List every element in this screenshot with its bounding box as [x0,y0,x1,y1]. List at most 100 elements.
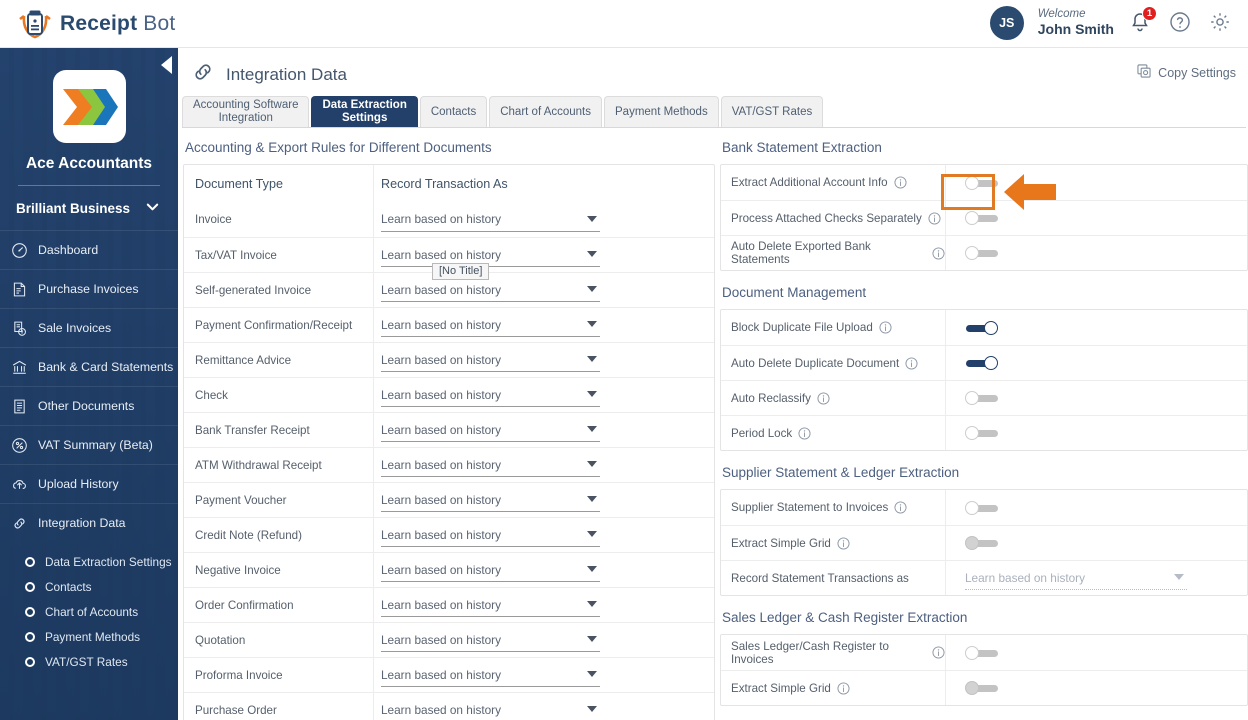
brand-name-bold: Receipt [60,12,138,35]
help-circle-icon[interactable] [1168,10,1194,36]
gear-icon[interactable] [1208,10,1234,36]
record-transaction-as-select[interactable]: Learn based on history [381,558,600,582]
info-icon[interactable] [879,321,892,334]
table-row: Purchase Order Learn based on history [184,692,714,720]
sidebar-item-payment-methods[interactable]: Payment Methods [0,624,178,649]
chevron-down-icon [587,601,597,607]
cell-document-type: Invoice [195,213,232,226]
record-transaction-as-select[interactable]: Learn based on history [381,628,600,652]
sidebar-item-other-documents[interactable]: Other Documents [0,386,178,425]
cell-record-transaction-as: Learn based on history [373,658,714,692]
settings-columns: Accounting & Export Rules for Different … [178,128,1248,720]
toggle-switch[interactable] [965,681,999,695]
record-transaction-as-select[interactable]: Learn based on history [381,278,600,302]
sidebar-item-chart-of-accounts[interactable]: Chart of Accounts [0,599,178,624]
sidebar-item-dashboard[interactable]: Dashboard [0,230,178,269]
record-transaction-as-select[interactable]: Learn based on history [381,348,600,372]
info-icon[interactable] [894,501,907,514]
select-value: Learn based on history [381,317,502,332]
tab-payment-methods[interactable]: Payment Methods [604,96,719,127]
sidebar-item-sale-invoices[interactable]: Sale Invoices [0,308,178,347]
toggle-switch[interactable] [965,320,999,335]
toggle-switch[interactable] [965,426,999,440]
toggle-switch[interactable] [965,536,999,550]
chevron-down-icon [587,286,597,292]
record-transaction-as-select[interactable]: Learn based on history [381,208,600,232]
brand-logo-area[interactable]: Receipt Bot [18,7,175,41]
record-transaction-as-select[interactable]: Learn based on history [381,523,600,547]
record-transaction-as-select[interactable]: Learn based on history [381,383,600,407]
table-header-row: Document Type Record Transaction As [184,165,714,202]
sidebar-item-contacts[interactable]: Contacts [0,574,178,599]
info-icon[interactable] [798,426,811,440]
record-statement-transactions-select[interactable]: Learn based on history [965,566,1187,590]
tab-data-extraction-settings[interactable]: Data Extraction Settings [311,96,418,127]
record-transaction-as-select[interactable]: Learn based on history [381,698,600,720]
info-icon[interactable] [932,646,945,659]
setting-label: Supplier Statement to Invoices [731,501,889,514]
cell-record-transaction-as: Learn based on history [373,343,714,377]
section-title: Document Management [722,285,867,300]
setting-label-cell: Block Duplicate File Upload [721,321,945,334]
setting-control-cell [945,490,1247,525]
company-selector[interactable]: Brilliant Business [16,186,162,230]
sidebar-item-vat-gst-rates[interactable]: VAT/GST Rates [0,649,178,674]
setting-label-cell: Extract Additional Account Info [721,176,945,189]
toggle-switch[interactable] [965,175,999,190]
setting-label-cell: Record Statement Transactions as [721,572,945,585]
sidebar-item-data-extraction-settings[interactable]: Data Extraction Settings [0,549,178,574]
record-transaction-as-select[interactable]: Learn based on history [381,418,600,442]
info-icon[interactable] [905,356,918,370]
cell-document-type: Payment Voucher [195,493,287,507]
tab-chart-of-accounts[interactable]: Chart of Accounts [489,96,603,127]
toggle-switch[interactable] [965,246,999,260]
copy-settings-button[interactable]: Copy Settings [1136,63,1236,82]
page-header: Integration Data Copy Settings [178,48,1248,94]
sidebar-item-label: Upload History [38,477,119,491]
select-value: Learn based on history [381,387,502,402]
setting-control-cell [945,310,1247,345]
sidebar-item-vat-summary[interactable]: VAT Summary (Beta) [0,425,178,464]
record-transaction-as-select[interactable]: Learn based on history [381,593,600,617]
info-icon[interactable] [837,681,850,695]
chevron-down-icon [587,461,597,467]
chevron-down-icon [587,706,597,712]
toggle-switch[interactable] [965,211,999,225]
sidebar-item-upload-history[interactable]: Upload History [0,464,178,503]
record-transaction-as-select[interactable]: Learn based on history [381,313,600,337]
settings-row: Auto Delete Duplicate Document [721,345,1247,380]
record-transaction-as-select[interactable]: Learn based on history [381,453,600,477]
sidebar-item-purchase-invoices[interactable]: Purchase Invoices [0,269,178,308]
extraction-settings-column: Bank Statement Extraction Extract Additio… [715,140,1248,720]
collapse-left-arrow-icon[interactable] [161,56,172,74]
chevron-down-icon [587,671,597,677]
record-transaction-as-select[interactable]: Learn based on history [381,663,600,687]
tab-accounting-software-integration[interactable]: Accounting Software Integration [182,96,310,127]
info-icon[interactable] [817,391,830,405]
info-icon[interactable] [932,246,945,260]
toggle-switch[interactable] [965,356,999,370]
tab-contacts[interactable]: Contacts [419,96,488,127]
record-transaction-as-select[interactable]: Learn based on history [381,243,600,267]
settings-row: Process Attached Checks Separately [721,200,1247,235]
info-icon[interactable] [894,176,907,189]
toggle-switch[interactable] [965,391,999,405]
record-transaction-as-select[interactable]: Learn based on history [381,488,600,512]
tab-vat-gst-rates[interactable]: VAT/GST Rates [720,96,824,127]
toggle-knob [965,391,979,405]
toggle-switch[interactable] [965,645,999,660]
bell-icon[interactable]: 1 [1128,6,1157,36]
header-user-area: JS Welcome John Smith 1 [989,6,1234,40]
toggle-knob [984,320,998,335]
info-icon[interactable] [837,536,850,550]
setting-label: Process Attached Checks Separately [731,211,922,225]
toggle-switch[interactable] [965,500,999,515]
purchase-invoice-icon [10,280,29,299]
select-value: Learn based on history [381,212,502,226]
org-name: Ace Accountants [25,155,153,172]
info-icon[interactable] [928,211,941,225]
sidebar-item-bank-card-statements[interactable]: Bank & Card Statements [0,347,178,386]
avatar[interactable]: JS [989,6,1024,40]
sidebar-item-integration-data[interactable]: Integration Data [0,503,178,542]
accounting-export-rules-column: Accounting & Export Rules for Different … [178,140,715,720]
